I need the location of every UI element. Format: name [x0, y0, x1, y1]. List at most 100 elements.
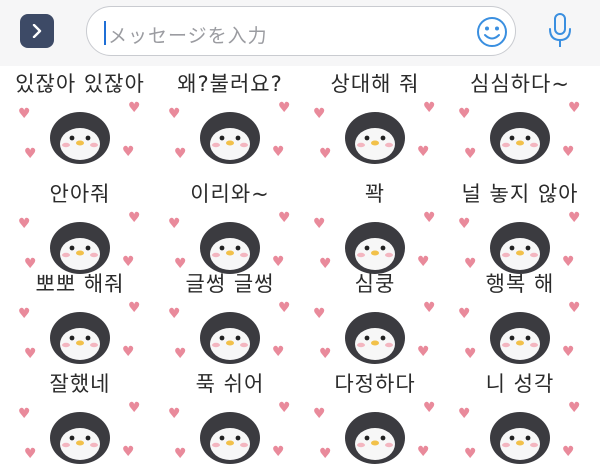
penguin-illustration	[490, 412, 550, 464]
heart-icon: ♥	[313, 306, 326, 322]
sticker-item[interactable]: 푹 쉬어 ♥ ♥ ♥ ♥	[160, 366, 300, 466]
penguin-illustration	[200, 312, 260, 364]
heart-icon: ♥	[568, 210, 581, 226]
sticker-caption: 뽀뽀 해줘	[35, 272, 125, 296]
heart-icon: ♥	[423, 210, 436, 226]
sticker-item[interactable]: 널 놓지 않아 ♥ ♥ ♥ ♥	[450, 176, 590, 276]
penguin-illustration	[345, 412, 405, 464]
sticker-item[interactable]: 심심하다~ ♥ ♥ ♥ ♥	[450, 66, 590, 166]
sticker-caption: 꽉	[364, 182, 386, 206]
heart-icon: ♥	[458, 306, 471, 322]
heart-icon: ♥	[313, 106, 326, 122]
penguin-illustration	[200, 112, 260, 164]
heart-icon: ♥	[272, 444, 285, 460]
expand-button[interactable]	[20, 14, 54, 48]
sticker-item[interactable]: 심쿵 ♥ ♥ ♥ ♥	[305, 266, 445, 366]
heart-icon: ♥	[168, 406, 181, 422]
heart-icon: ♥	[319, 146, 332, 162]
heart-icon: ♥	[568, 300, 581, 316]
penguin-illustration	[490, 112, 550, 164]
text-caret	[104, 21, 106, 45]
sticker-caption: 글썽 글썽	[185, 272, 275, 296]
penguin-illustration	[345, 312, 405, 364]
heart-icon: ♥	[319, 346, 332, 362]
heart-icon: ♥	[168, 306, 181, 322]
heart-icon: ♥	[122, 144, 135, 160]
heart-icon: ♥	[458, 106, 471, 122]
sticker-caption: 니 성각	[485, 372, 555, 396]
heart-icon: ♥	[568, 100, 581, 116]
heart-icon: ♥	[278, 210, 291, 226]
penguin-illustration	[50, 112, 110, 164]
heart-icon: ♥	[562, 344, 575, 360]
heart-icon: ♥	[128, 100, 141, 116]
sticker-caption: 행복 해	[485, 272, 555, 296]
chevron-right-icon	[32, 24, 42, 38]
heart-icon: ♥	[174, 346, 187, 362]
heart-icon: ♥	[122, 344, 135, 360]
microphone-icon[interactable]	[545, 11, 575, 51]
heart-icon: ♥	[417, 144, 430, 160]
heart-icon: ♥	[174, 146, 187, 162]
heart-icon: ♥	[423, 300, 436, 316]
heart-icon: ♥	[174, 446, 187, 462]
heart-icon: ♥	[128, 300, 141, 316]
sticker-item[interactable]: 글썽 글썽 ♥ ♥ ♥ ♥	[160, 266, 300, 366]
sticker-item[interactable]: 다정하다 ♥ ♥ ♥ ♥	[305, 366, 445, 466]
heart-icon: ♥	[122, 444, 135, 460]
sticker-caption: 널 놓지 않아	[461, 182, 579, 206]
heart-icon: ♥	[278, 100, 291, 116]
heart-icon: ♥	[18, 106, 31, 122]
sticker-item[interactable]: 상대해 줘 ♥ ♥ ♥ ♥	[305, 66, 445, 166]
heart-icon: ♥	[128, 210, 141, 226]
sticker-item[interactable]: 꽉 ♥ ♥ ♥ ♥	[305, 176, 445, 276]
message-toolbar: メッセージを入力	[0, 0, 600, 66]
heart-icon: ♥	[168, 106, 181, 122]
sticker-item[interactable]: 왜?불러요? ♥ ♥ ♥ ♥	[160, 66, 300, 166]
heart-icon: ♥	[562, 144, 575, 160]
sticker-item[interactable]: 있잖아 있잖아 ♥ ♥ ♥ ♥	[10, 66, 150, 166]
sticker-caption: 왜?불러요?	[177, 72, 283, 96]
sticker-caption: 푹 쉬어	[195, 372, 265, 396]
sticker-caption: 심심하다~	[470, 72, 570, 96]
sticker-item[interactable]: 니 성각 ♥ ♥ ♥ ♥	[450, 366, 590, 466]
heart-icon: ♥	[272, 144, 285, 160]
sticker-caption: 심쿵	[354, 272, 396, 296]
heart-icon: ♥	[458, 216, 471, 232]
smiley-face-icon[interactable]	[475, 15, 509, 49]
penguin-illustration	[50, 412, 110, 464]
heart-icon: ♥	[278, 300, 291, 316]
heart-icon: ♥	[423, 400, 436, 416]
sticker-item[interactable]: 잘했네 ♥ ♥ ♥ ♥	[10, 366, 150, 466]
sticker-item[interactable]: 안아줘 ♥ ♥ ♥ ♥	[10, 176, 150, 276]
sticker-caption: 있잖아 있잖아	[15, 72, 145, 96]
heart-icon: ♥	[458, 406, 471, 422]
sticker-caption: 이리와~	[190, 182, 270, 206]
heart-icon: ♥	[417, 344, 430, 360]
sticker-item[interactable]: 이리와~ ♥ ♥ ♥ ♥	[160, 176, 300, 276]
message-input-placeholder: メッセージを入力	[108, 25, 268, 47]
heart-icon: ♥	[18, 216, 31, 232]
penguin-illustration	[200, 412, 260, 464]
heart-icon: ♥	[423, 100, 436, 116]
heart-icon: ♥	[272, 344, 285, 360]
heart-icon: ♥	[24, 146, 37, 162]
heart-icon: ♥	[568, 400, 581, 416]
heart-icon: ♥	[417, 444, 430, 460]
heart-icon: ♥	[278, 400, 291, 416]
sticker-item[interactable]: 행복 해 ♥ ♥ ♥ ♥	[450, 266, 590, 366]
heart-icon: ♥	[313, 216, 326, 232]
sticker-item[interactable]: 뽀뽀 해줘 ♥ ♥ ♥ ♥	[10, 266, 150, 366]
sticker-caption: 안아줘	[49, 182, 111, 206]
heart-icon: ♥	[24, 446, 37, 462]
heart-icon: ♥	[562, 444, 575, 460]
heart-icon: ♥	[319, 446, 332, 462]
heart-icon: ♥	[464, 446, 477, 462]
penguin-illustration	[345, 112, 405, 164]
sticker-caption: 다정하다	[334, 372, 416, 396]
message-input[interactable]: メッセージを入力	[86, 6, 516, 56]
sticker-caption: 잘했네	[49, 372, 111, 396]
heart-icon: ♥	[18, 306, 31, 322]
sticker-grid: 있잖아 있잖아 ♥ ♥ ♥ ♥ 왜?불러요? ♥ ♥ ♥ ♥ 상대해 줘 ♥ ♥ ♥ ♥ 심심하다~ ♥ ♥ ♥ ♥ 안…	[0, 66, 600, 464]
heart-icon: ♥	[128, 400, 141, 416]
